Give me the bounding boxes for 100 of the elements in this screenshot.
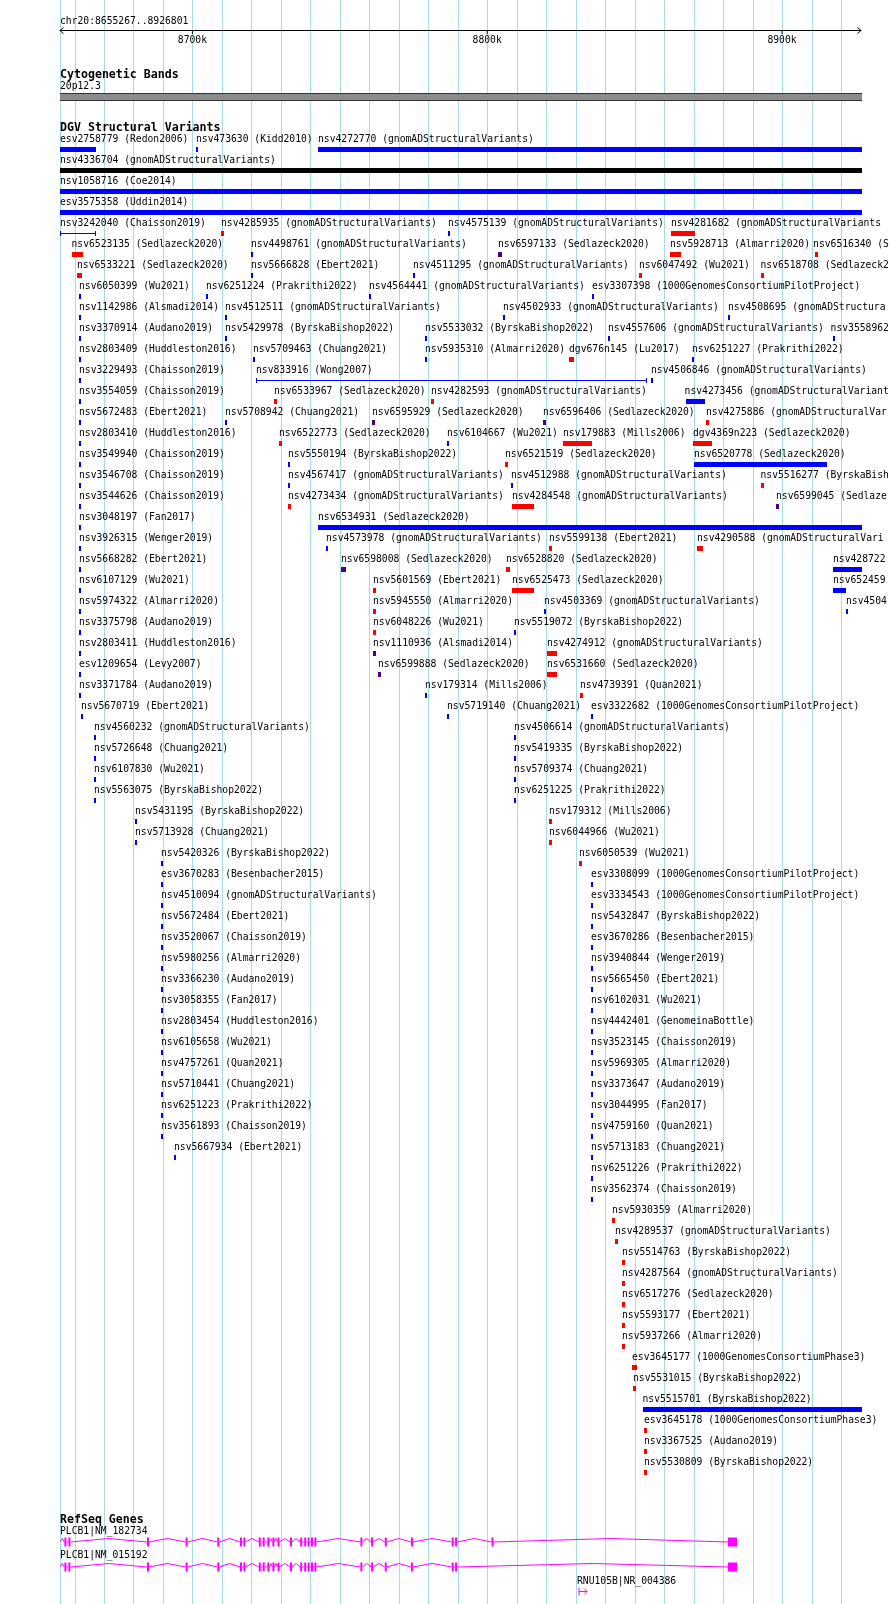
variant-label: nsv1142986 (Alsmadi2014)	[79, 301, 219, 313]
variant-label: nsv5665450 (Ebert2021)	[591, 973, 720, 985]
variant-label: nsv5713928 (Chuang2021)	[135, 826, 270, 838]
variant-label: nsv4285935 (gnomADStructuralVariants)	[221, 217, 437, 229]
variant-label: nsv5667934 (Ebert2021)	[174, 1141, 303, 1153]
variant-label: nsv5431195 (ByrskaBishop2022)	[135, 805, 305, 817]
variant-label: nsv3523145 (Chaisson2019)	[591, 1036, 737, 1048]
tick-label: 8900k	[767, 34, 797, 46]
variant-label: nsv5709374 (Chuang2021)	[514, 763, 649, 775]
variant-label: nsv5593177 (Ebert2021)	[622, 1309, 751, 1321]
variant-label: nsv5519072 (ByrskaBishop2022)	[514, 616, 684, 628]
variant-label: nsv4512511 (gnomADStructuralVariants)	[225, 301, 441, 313]
variant-label: nsv4498761 (gnomADStructuralVariants)	[251, 238, 467, 250]
variant-label: nsv6522773 (Sedlazeck2020)	[279, 427, 431, 439]
variant-label: nsv5516277 (ByrskaBish	[760, 469, 889, 481]
variant-label: nsv5708942 (Chuang2021)	[225, 406, 360, 418]
variant-label: nsv3371784 (Audano2019)	[79, 679, 214, 691]
variant-label: nsv5670719 (Ebert2021)	[81, 700, 210, 712]
variant-label: nsv6047492 (Wu2021)	[639, 259, 750, 271]
variant-label: nsv4290588 (gnomADStructuralVari	[697, 532, 884, 544]
variant-label: nsv833916 (Wong2007)	[256, 364, 373, 376]
variant-label: esv2758779 (Redon2006)	[60, 133, 189, 145]
variant-label: nsv652459	[833, 574, 886, 586]
variant-label: nsv4573978 (gnomADStructuralVariants)	[326, 532, 542, 544]
variant-label: nsv6251226 (Prakrithi2022)	[591, 1162, 743, 1174]
variant-label: nsv4506846 (gnomADStructuralVariants)	[651, 364, 867, 376]
transcript-label: PLCB1|NM_182734	[60, 1524, 148, 1537]
variant-label: nsv5672483 (Ebert2021)	[79, 406, 208, 418]
variant-label: nsv6107830 (Wu2021)	[94, 763, 205, 775]
variant-label: dgv4369n223 (Sedlazeck2020)	[693, 427, 851, 439]
variant-label: nsv4274912 (gnomADStructuralVariants)	[547, 637, 763, 649]
variant-label: nsv3554059 (Chaisson2019)	[79, 385, 225, 397]
variant-label: nsv6516340 (S	[813, 238, 889, 250]
variant-label: nsv2803410 (Huddleston2016)	[79, 427, 237, 439]
variant-label: nsv6104667 (Wu2021)	[447, 427, 558, 439]
track-title: DGV Structural Variants	[60, 121, 221, 133]
variant-label: nsv5726648 (Chuang2021)	[94, 742, 229, 754]
variant-label: nsv4757261 (Quan2021)	[161, 1057, 284, 1069]
variant-label: nsv5432847 (ByrskaBishop2022)	[591, 910, 761, 922]
variant-label: nsv6251223 (Prakrithi2022)	[161, 1099, 313, 1111]
variant-label: nsv5713183 (Chuang2021)	[591, 1141, 726, 1153]
variant-label: nsv4336704 (gnomADStructuralVariants)	[60, 154, 276, 166]
variant-label: nsv5666828 (Ebert2021)	[251, 259, 380, 271]
variant-label: nsv428722	[833, 553, 886, 565]
variant-label: nsv4506614 (gnomADStructuralVariants)	[514, 721, 730, 733]
variant-label: nsv5531015 (ByrskaBishop2022)	[633, 1372, 803, 1384]
variant-label: nsv3558962	[830, 322, 889, 334]
variant-label: nsv3367525 (Audano2019)	[644, 1435, 779, 1447]
variant-label: nsv1058716 (Coe2014)	[60, 175, 177, 187]
variant-label: nsv5709463 (Chuang2021)	[253, 343, 388, 355]
variant-label: nsv6048226 (Wu2021)	[373, 616, 484, 628]
variant-label: nsv5668282 (Ebert2021)	[79, 553, 208, 565]
variant-label: nsv4502933 (gnomADStructuralVariants)	[503, 301, 719, 313]
variant-label: nsv5563075 (ByrskaBishop2022)	[94, 784, 264, 796]
variant-label: nsv5672484 (Ebert2021)	[161, 910, 290, 922]
variant-label: nsv5515701 (ByrskaBishop2022)	[642, 1393, 812, 1405]
variant-label: nsv2803409 (Huddleston2016)	[79, 343, 237, 355]
variant-label: nsv5710441 (Chuang2021)	[161, 1078, 296, 1090]
variant-label: nsv3048197 (Fan2017)	[79, 511, 196, 523]
variant-label: nsv3926315 (Wenger2019)	[79, 532, 214, 544]
variant-label: nsv3242040 (Chaisson2019)	[60, 217, 206, 229]
variant-label: nsv6517276 (Sedlazeck2020)	[622, 1288, 774, 1300]
variant-label: nsv5928713 (Almarri2020)	[670, 238, 810, 250]
variant-label: nsv5937266 (Almarri2020)	[622, 1330, 762, 1342]
variant-label: nsv6251225 (Prakrithi2022)	[514, 784, 666, 796]
track-title: Cytogenetic Bands	[60, 68, 179, 80]
variant-label: nsv6599888 (Sedlazeck2020)	[378, 658, 530, 670]
variant-label: nsv4289537 (gnomADStructuralVariants)	[615, 1225, 831, 1237]
variant-label: nsv179312 (Mills2006)	[549, 805, 672, 817]
variant-label: nsv3229493 (Chaisson2019)	[79, 364, 225, 376]
variant-label: nsv3375798 (Audano2019)	[79, 616, 214, 628]
variant-label: nsv6251227 (Prakrithi2022)	[692, 343, 844, 355]
variant-label: nsv473630 (Kidd2010)	[196, 133, 313, 145]
variant-label: nsv1110936 (Alsmadi2014)	[373, 637, 513, 649]
variant-label: nsv4512988 (gnomADStructuralVariants)	[511, 469, 727, 481]
variant-label: nsv4557606 (gnomADStructuralVariants)	[608, 322, 824, 334]
variant-label: nsv5420326 (ByrskaBishop2022)	[161, 847, 331, 859]
variant-label: nsv4510094 (gnomADStructuralVariants)	[161, 889, 377, 901]
variant-label: nsv4759160 (Quan2021)	[591, 1120, 714, 1132]
variant-label: nsv6533967 (Sedlazeck2020)	[274, 385, 426, 397]
variant-label: nsv5419335 (ByrskaBishop2022)	[514, 742, 684, 754]
variant-label: nsv5514763 (ByrskaBishop2022)	[622, 1246, 792, 1258]
tick-label: 8700k	[177, 34, 207, 46]
variant-label: nsv3058355 (Fan2017)	[161, 994, 278, 1006]
variant-label: nsv5935310 (Almarri2020)	[425, 343, 565, 355]
variant-label: nsv4575139 (gnomADStructuralVariants)	[448, 217, 664, 229]
variant-label: esv3670286 (Besenbacher2015)	[591, 931, 755, 943]
tick-label: 8800k	[472, 34, 502, 46]
variant-label: esv3308099 (1000GenomesConsortiumPilotProject)	[591, 868, 860, 880]
variant-label: nsv6050539 (Wu2021)	[579, 847, 690, 859]
variant-label: nsv2803454 (Huddleston2016)	[161, 1015, 319, 1027]
variant-label: nsv3366230 (Audano2019)	[161, 973, 296, 985]
variant-label: nsv5550194 (ByrskaBishop2022)	[288, 448, 458, 460]
variant-label: nsv5980256 (Almarri2020)	[161, 952, 301, 964]
variant-label: nsv4272770 (gnomADStructuralVariants)	[318, 133, 534, 145]
variant-label: dgv676n145 (Lu2017)	[569, 343, 680, 355]
variant-label: nsv6044966 (Wu2021)	[549, 826, 660, 838]
variant-label: nsv3940844 (Wenger2019)	[591, 952, 726, 964]
variant-label: nsv6251224 (Prakrithi2022)	[206, 280, 358, 292]
variant-label: nsv4284548 (gnomADStructuralVariants)	[512, 490, 728, 502]
